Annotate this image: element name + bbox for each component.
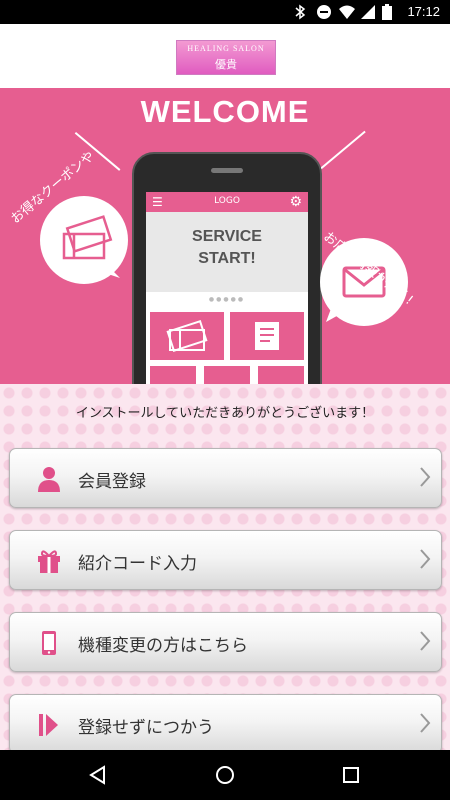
person-icon xyxy=(38,467,60,492)
phone-app-bar: ☰ LOGO ⚙ xyxy=(146,192,308,212)
back-icon[interactable] xyxy=(88,765,108,785)
phone-logo-text: LOGO xyxy=(214,196,240,206)
coupon-ticket-icon xyxy=(62,215,120,278)
member-register-label: 会員登録 xyxy=(78,472,146,492)
phone-tile-3 xyxy=(150,366,196,384)
phone-illustration: ☰ LOGO ⚙ SERVICE START! ●●●●● xyxy=(132,152,322,384)
skip-registration-label: 登録せずにつかう xyxy=(78,718,214,738)
service-text-2: START! xyxy=(198,250,256,267)
gear-icon: ⚙ xyxy=(289,194,302,210)
skip-registration-button[interactable]: 登録せずにつかう xyxy=(9,694,442,754)
logo-line-1: HEALING SALON xyxy=(187,44,265,53)
coupon-bubble xyxy=(40,196,128,284)
do-not-disturb-icon xyxy=(317,5,331,19)
device-change-button[interactable]: 機種変更の方はこちら xyxy=(9,612,442,672)
system-nav-bar xyxy=(0,750,450,800)
chevron-right-icon xyxy=(420,467,431,487)
slide-dots: ●●●●● xyxy=(208,296,246,303)
phone-tile-notes xyxy=(230,312,304,360)
wifi-icon xyxy=(339,5,355,19)
home-icon[interactable] xyxy=(215,765,235,785)
signal-icon xyxy=(361,5,375,19)
thanks-message: インストールしていただきありがとうございます！ xyxy=(75,406,375,421)
welcome-title: WELCOME xyxy=(140,94,310,129)
note-icon xyxy=(255,322,279,350)
app-header: HEALING SALON 優貴 xyxy=(0,24,450,88)
member-register-button[interactable]: 会員登録 xyxy=(9,448,442,508)
phone-screen: ☰ LOGO ⚙ SERVICE START! ●●●●● xyxy=(146,192,308,384)
bluetooth-icon xyxy=(295,4,306,20)
ticket-icon xyxy=(166,319,208,353)
smartphone-icon xyxy=(42,631,56,655)
salon-logo: HEALING SALON 優貴 xyxy=(176,40,276,75)
phone-tile-5 xyxy=(258,366,304,384)
logo-line-2: 優貴 xyxy=(215,58,237,71)
referral-code-button[interactable]: 紹介コード入力 xyxy=(9,530,442,590)
welcome-banner: WELCOME ☰ LOGO ⚙ SERVICE START! ●●●●● お得… xyxy=(0,88,450,384)
chevron-right-icon xyxy=(420,549,431,569)
recents-icon[interactable] xyxy=(342,766,360,784)
decor-ray-right xyxy=(320,130,366,170)
skip-icon xyxy=(39,714,58,736)
gift-icon xyxy=(38,550,60,573)
phone-speaker xyxy=(211,168,243,173)
referral-code-label: 紹介コード入力 xyxy=(78,554,197,574)
service-text-1: SERVICE xyxy=(192,228,262,245)
menu-section: インストールしていただきありがとうございます！ 会員登録 紹介コード入力 機種変… xyxy=(0,384,450,754)
phone-tile-coupon xyxy=(150,312,224,360)
device-change-label: 機種変更の方はこちら xyxy=(78,636,248,656)
chevron-right-icon xyxy=(420,631,431,651)
status-time: 17:12 xyxy=(407,4,440,19)
phone-slide: SERVICE START! xyxy=(146,212,308,292)
status-bar: 17:12 xyxy=(0,0,450,24)
battery-icon xyxy=(382,4,392,20)
chevron-right-icon xyxy=(420,713,431,733)
phone-tile-4 xyxy=(204,366,250,384)
